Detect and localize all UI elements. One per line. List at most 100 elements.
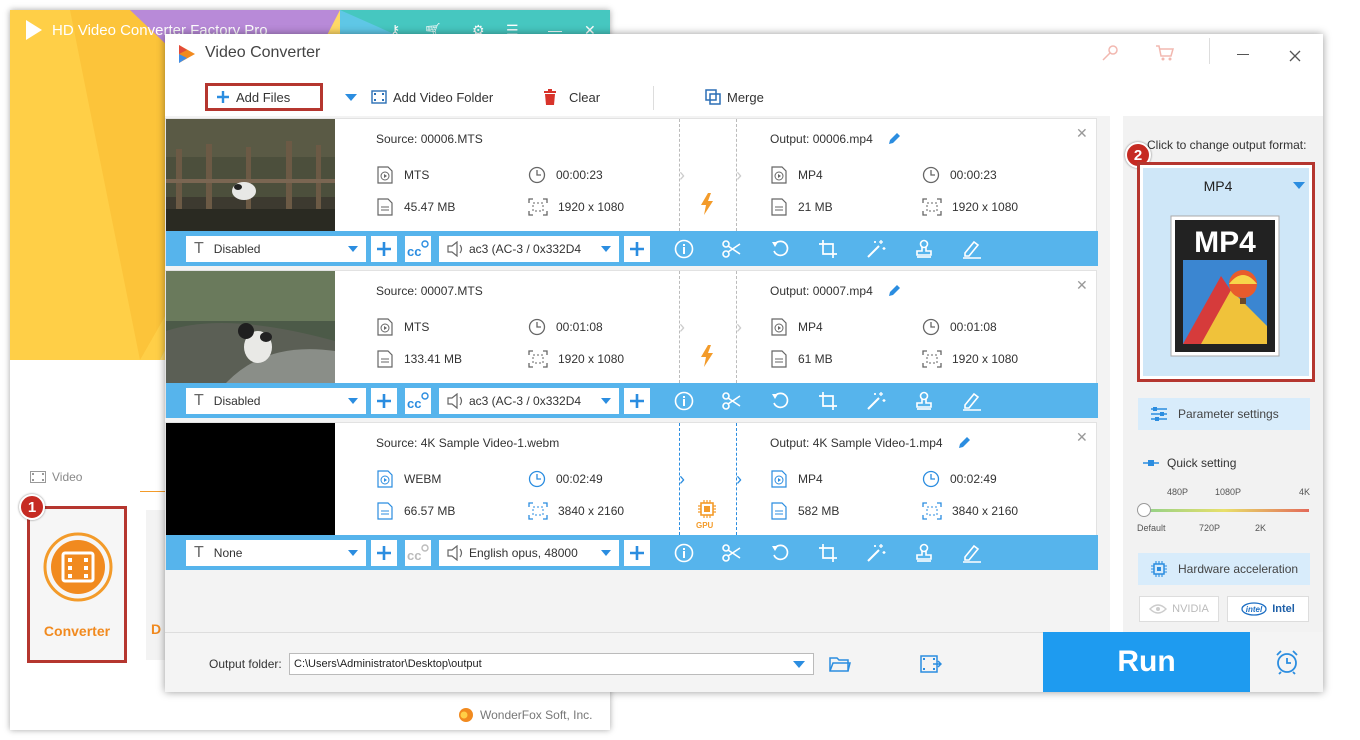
output-resolution: 3840 x 2160: [922, 502, 1018, 520]
subtitle-settings-button[interactable]: cc: [405, 388, 431, 414]
effects-wand-icon[interactable]: [864, 237, 888, 261]
effects-wand-icon[interactable]: [864, 389, 888, 413]
item-toolbar: T None cc English opus, 48000: [166, 535, 1098, 570]
change-format-label: Click to change output format:: [1147, 138, 1307, 152]
subtitle-settings-button[interactable]: cc: [405, 540, 431, 566]
add-subtitle-button[interactable]: [371, 388, 397, 414]
resolution-icon: [922, 502, 942, 520]
plus-icon: [377, 242, 391, 256]
video-thumbnail[interactable]: [166, 271, 335, 383]
hardware-acceleration-button[interactable]: Hardware acceleration: [1138, 553, 1310, 585]
file-list[interactable]: Source: 00006.MTS MTS 00:00:23 45.47 MB …: [165, 116, 1110, 632]
edit-pencil-icon[interactable]: [887, 284, 901, 298]
app-logo-icon: [26, 20, 42, 40]
video-thumbnail[interactable]: [166, 423, 335, 535]
converter-tile[interactable]: Converter: [27, 506, 127, 663]
rotate-icon[interactable]: [768, 541, 792, 565]
remove-item-icon[interactable]: ✕: [1076, 429, 1088, 446]
add-subtitle-button[interactable]: [371, 540, 397, 566]
video-thumbnail[interactable]: [166, 119, 335, 231]
clock-icon: [528, 166, 546, 184]
resolution-icon: [922, 198, 942, 216]
close-icon[interactable]: [1289, 50, 1301, 62]
minimize-icon[interactable]: [1237, 54, 1249, 55]
scissors-icon[interactable]: [720, 237, 744, 261]
key-icon[interactable]: [1101, 44, 1119, 62]
info-icon[interactable]: [672, 237, 696, 261]
watermark-stamp-icon[interactable]: [912, 389, 936, 413]
video-file-icon: [377, 166, 393, 184]
output-folder-field[interactable]: C:\Users\Administrator\Desktop\output: [289, 653, 814, 675]
remove-item-icon[interactable]: ✕: [1076, 277, 1088, 294]
quality-slider-track[interactable]: [1139, 509, 1309, 512]
audio-track-select[interactable]: ac3 (AC-3 / 0x332D4: [439, 388, 619, 414]
watermark-stamp-icon[interactable]: [912, 237, 936, 261]
source-size: 45.47 MB: [376, 198, 455, 216]
rotate-icon[interactable]: [768, 237, 792, 261]
merge-button[interactable]: Merge: [705, 83, 764, 111]
audio-track-select[interactable]: English opus, 48000: [439, 540, 619, 566]
cc-icon: cc: [407, 240, 429, 258]
watermark-stamp-icon[interactable]: [912, 541, 936, 565]
chevron-down-icon[interactable]: [1293, 182, 1305, 190]
crop-icon[interactable]: [816, 541, 840, 565]
clear-button[interactable]: Clear: [543, 83, 600, 111]
video-section-label: Video: [30, 470, 82, 484]
run-button[interactable]: Run: [1043, 632, 1250, 692]
tick-720p: 720P: [1199, 523, 1221, 533]
edit-subtitle-icon[interactable]: [960, 237, 984, 261]
output-format-selector[interactable]: MP4 MP4: [1137, 162, 1315, 382]
film-export-icon[interactable]: [920, 654, 942, 674]
toolbar-separator: [653, 86, 654, 110]
add-audio-button[interactable]: [624, 236, 650, 262]
chevron-down-icon: [601, 398, 611, 404]
add-subtitle-button[interactable]: [371, 236, 397, 262]
format-card[interactable]: MP4 MP4: [1143, 168, 1309, 376]
add-video-folder-button[interactable]: Add Video Folder: [371, 83, 493, 111]
scissors-icon[interactable]: [720, 389, 744, 413]
edit-pencil-icon[interactable]: [887, 132, 901, 146]
source-format: MTS: [376, 318, 429, 336]
dropdown-caret-icon[interactable]: [345, 94, 357, 102]
chevron-down-icon[interactable]: [793, 661, 805, 669]
quality-slider-handle[interactable]: [1137, 503, 1151, 517]
add-files-button[interactable]: Add Files: [205, 83, 323, 111]
plus-icon: [377, 394, 391, 408]
info-icon[interactable]: [672, 389, 696, 413]
mp4-icon-text: MP4: [1194, 226, 1256, 259]
film-icon: [30, 471, 46, 483]
intel-option[interactable]: intel Intel: [1227, 596, 1309, 622]
subtitle-select[interactable]: T Disabled: [186, 236, 366, 262]
subtitle-select[interactable]: T None: [186, 540, 366, 566]
list-item[interactable]: Source: 00007.MTS MTS 00:01:08 133.41 MB…: [165, 270, 1098, 418]
parameter-settings-button[interactable]: Parameter settings: [1138, 398, 1310, 430]
effects-wand-icon[interactable]: [864, 541, 888, 565]
rotate-icon[interactable]: [768, 389, 792, 413]
list-item[interactable]: Source: 00006.MTS MTS 00:00:23 45.47 MB …: [165, 118, 1098, 266]
add-audio-button[interactable]: [624, 388, 650, 414]
crop-icon[interactable]: [816, 389, 840, 413]
audio-track-select[interactable]: ac3 (AC-3 / 0x332D4: [439, 236, 619, 262]
speaker-icon: [447, 241, 463, 257]
folder-open-icon[interactable]: [829, 655, 851, 673]
quick-setting-icon: [1143, 460, 1159, 466]
clock-icon: [528, 470, 546, 488]
output-filename: Output: 00006.mp4: [770, 132, 901, 146]
subtitle-select[interactable]: T Disabled: [186, 388, 366, 414]
edit-pencil-icon[interactable]: [957, 436, 971, 450]
subtitle-settings-button[interactable]: cc: [405, 236, 431, 262]
edit-subtitle-icon[interactable]: [960, 541, 984, 565]
info-icon[interactable]: [672, 541, 696, 565]
edit-subtitle-icon[interactable]: [960, 389, 984, 413]
schedule-alarm-button[interactable]: [1250, 632, 1323, 692]
cart-icon[interactable]: [1155, 44, 1175, 62]
list-item[interactable]: Source: 4K Sample Video-1.webm WEBM 00:0…: [165, 422, 1098, 570]
scissors-icon[interactable]: [720, 541, 744, 565]
source-resolution: 3840 x 2160: [528, 502, 624, 520]
crop-icon[interactable]: [816, 237, 840, 261]
text-t-icon: T: [194, 240, 204, 257]
add-audio-button[interactable]: [624, 540, 650, 566]
remove-item-icon[interactable]: ✕: [1076, 125, 1088, 142]
nvidia-option[interactable]: NVIDIA: [1139, 596, 1219, 622]
chevron-right-icon: ›: [679, 469, 685, 489]
